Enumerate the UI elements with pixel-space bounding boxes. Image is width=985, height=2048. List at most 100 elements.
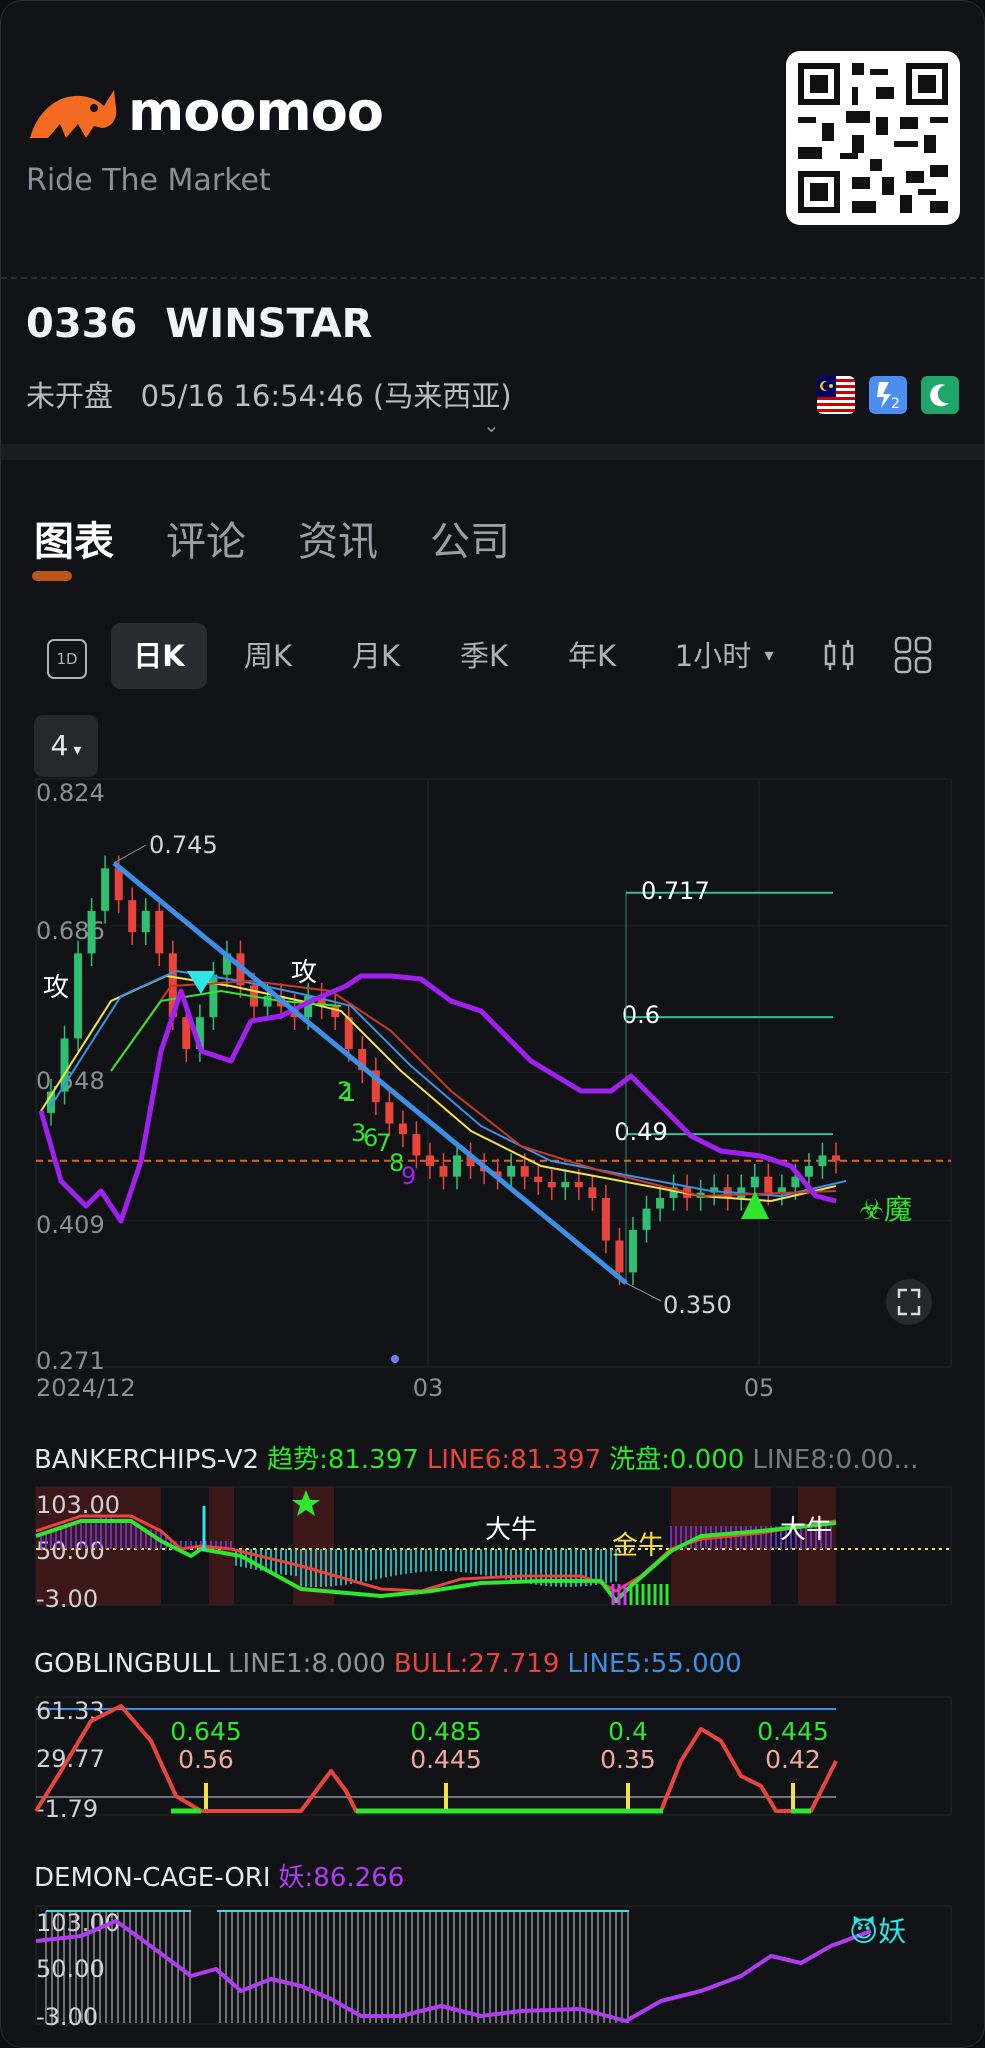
chevron-down-icon[interactable]: ⌄ — [483, 413, 500, 437]
scroll-dot — [391, 1355, 399, 1363]
candle-body — [439, 1166, 448, 1177]
fib-level-label: 0.717 — [641, 877, 710, 905]
indicator-name: DEMON-CAGE-ORI — [34, 1863, 271, 1893]
demon-cage-header: DEMON-CAGE-ORI 妖:86.266 — [34, 1857, 412, 1894]
brand-name: moomoo — [128, 79, 384, 143]
demon-label: 😈妖 — [849, 1915, 906, 1948]
market-time: 05/16 16:54:46 (马来西亚) — [140, 379, 512, 413]
tab-news[interactable]: 资讯 — [298, 509, 378, 567]
candle-body — [547, 1181, 556, 1188]
period-daily[interactable]: 日K — [111, 623, 207, 689]
night-session-icon — [921, 376, 959, 414]
brand-slogan: Ride The Market — [26, 163, 271, 198]
candle-body — [141, 910, 150, 933]
candle-body — [398, 1123, 407, 1135]
bull-logo-icon — [30, 90, 117, 138]
period-quarterly[interactable]: 季K — [439, 623, 529, 689]
section-separator — [1, 444, 984, 460]
legend-line1: LINE1:8.000 — [228, 1649, 386, 1679]
divider — [1, 277, 984, 279]
attack-label: 攻 — [291, 958, 317, 988]
main-tabs: 图表 评论 资讯 公司 — [32, 509, 510, 581]
grid-layout-icon[interactable] — [893, 635, 933, 675]
y-tick-label: 0.409 — [36, 1211, 105, 1239]
candle-body — [114, 868, 123, 901]
x-tick-label: 2024/12 — [36, 1374, 136, 1402]
candle-body — [155, 910, 164, 954]
candle-body — [804, 1166, 813, 1177]
candle-body — [628, 1229, 637, 1273]
candle-body — [601, 1197, 610, 1241]
candle-body — [385, 1102, 394, 1124]
legend-demon: 妖:86.266 — [278, 1863, 405, 1893]
candle-body — [642, 1208, 651, 1230]
low-price-label: 0.350 — [663, 1291, 732, 1319]
candle-body — [750, 1176, 759, 1188]
count-label: 9 — [401, 1162, 416, 1190]
stock-code: 0336 — [26, 301, 138, 347]
caret-down-icon[interactable]: ▾ — [757, 623, 781, 689]
app-card: moomoo Ride The Market 0336 WINSTAR 未开盘 … — [0, 0, 985, 2048]
candle-body — [74, 953, 83, 1039]
x-tick-label: 05 — [744, 1374, 775, 1402]
goblingbull-header: GOBLINGBULL LINE1:8.000 BULL:27.719 LINE5:5… — [34, 1649, 750, 1679]
legend-line8: LINE8:0.00... — [752, 1445, 919, 1475]
candle-body — [128, 900, 137, 933]
tab-comments[interactable]: 评论 — [166, 509, 246, 567]
svg-text:2: 2 — [891, 396, 900, 412]
attack-label: 攻 — [43, 973, 69, 1003]
indicator-name: GOBLINGBULL — [34, 1649, 221, 1679]
signal-top-label: 0.4 — [608, 1717, 648, 1746]
level2-data-icon: 2 — [869, 376, 907, 414]
candle-body — [101, 868, 110, 911]
count-label: 2 — [337, 1077, 352, 1105]
candle-body — [818, 1155, 827, 1167]
candle-body — [412, 1134, 421, 1156]
caret-down-icon: ▾ — [68, 740, 82, 759]
qr-code-icon — [798, 63, 948, 213]
signal-top-label: 0.645 — [170, 1717, 242, 1746]
indicator-name: BANKERCHIPS-V2 — [34, 1445, 260, 1475]
big-bull-label: 大牛 — [780, 1515, 832, 1545]
signal-top-label: 0.445 — [757, 1717, 829, 1746]
malaysia-flag-icon — [817, 376, 855, 414]
fib-level-label: 0.49 — [614, 1118, 667, 1146]
indicator-count-select[interactable]: 4 ▾ — [34, 715, 98, 777]
candle-body — [507, 1166, 516, 1177]
x-tick-label: 03 — [413, 1374, 444, 1402]
candle-body — [520, 1166, 529, 1177]
period-weekly[interactable]: 周K — [223, 623, 313, 689]
legend-washout: 洗盘:0.000 — [609, 1445, 745, 1475]
period-hourly[interactable]: 1小时 — [669, 623, 757, 689]
legend-line5: LINE5:55.000 — [567, 1649, 742, 1679]
signal-bottom-label: 0.42 — [765, 1745, 821, 1774]
candle-body — [425, 1155, 434, 1167]
high-price-label: 0.745 — [149, 831, 218, 859]
tab-chart[interactable]: 图表 — [32, 509, 114, 581]
market-flags: 2 — [817, 376, 959, 414]
demon-signal-label: ☣魔 — [859, 1193, 912, 1226]
candle-body — [534, 1176, 543, 1182]
stock-title: 0336 WINSTAR — [26, 301, 372, 347]
period-monthly[interactable]: 月K — [331, 623, 421, 689]
candle-body — [453, 1155, 462, 1177]
candle-body — [588, 1187, 597, 1198]
fib-level-label: 0.6 — [622, 1001, 660, 1029]
brand-logo: moomoo — [26, 76, 384, 146]
demon-purple-line — [38, 973, 837, 1224]
legend-line6: LINE6:81.397 — [426, 1445, 602, 1475]
candle-style-icon[interactable] — [819, 635, 859, 675]
y-tick-label: 0.271 — [36, 1347, 105, 1375]
period-yearly[interactable]: 年K — [547, 623, 637, 689]
share-header: moomoo Ride The Market — [1, 1, 984, 279]
label-leader — [625, 1282, 662, 1302]
candle-body — [87, 910, 96, 954]
y-tick-label: -3.00 — [36, 2003, 98, 2031]
tab-company[interactable]: 公司 — [430, 509, 510, 567]
indicator-count: 4 — [50, 729, 69, 762]
y-tick-label: 0.824 — [36, 779, 105, 807]
qr-code — [786, 51, 960, 225]
candle-body — [574, 1181, 583, 1188]
period-tabs: 日K 周K 月K 季K 年K 1小时 ▾ — [1, 623, 984, 693]
plot-frame — [35, 778, 952, 1368]
